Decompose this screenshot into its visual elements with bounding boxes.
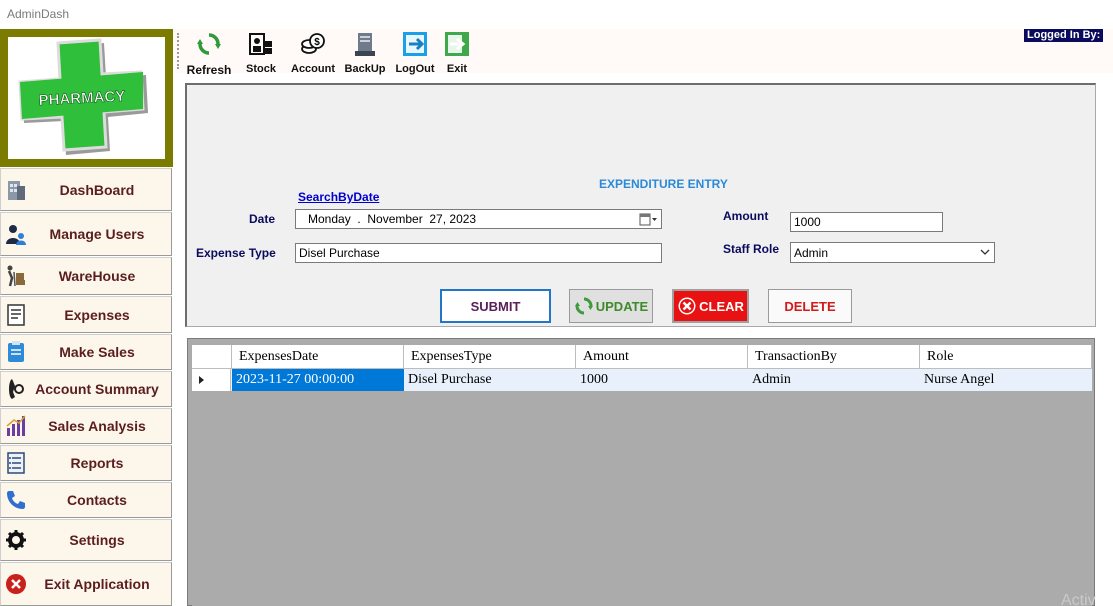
sidebar-item-exit-application[interactable]: Exit Application [0, 562, 172, 606]
column-header-amount[interactable]: Amount [576, 345, 748, 369]
activation-watermark: Activ [1061, 592, 1096, 606]
staff-role-label: Staff Role [723, 242, 780, 256]
account-label: Account [291, 63, 335, 75]
cell-transaction-by[interactable]: Admin [748, 369, 920, 391]
receipt-icon [7, 303, 25, 326]
submit-label: SUBMIT [470, 298, 521, 314]
window-titlebar: AdminDash [0, 0, 1113, 28]
stock-icon [249, 33, 272, 55]
clear-icon [678, 297, 696, 315]
report-list-icon [7, 452, 25, 474]
bar-chart-icon [6, 415, 26, 436]
column-header-role[interactable]: Role [920, 345, 1092, 369]
money-bag-icon: $ [301, 33, 325, 54]
backup-button[interactable]: BackUp [344, 31, 386, 75]
logged-in-label: Logged In By: [1024, 29, 1104, 42]
hand-truck-icon [7, 265, 25, 287]
update-button[interactable]: UPDATE [569, 289, 653, 323]
submit-button[interactable]: SUBMIT [440, 289, 551, 323]
toolbar-grip [177, 33, 180, 69]
cell-expenses-date[interactable]: 2023-11-27 00:00:00 [232, 369, 404, 391]
date-value: Monday . November 27, 2023 [308, 212, 477, 226]
refresh-button[interactable]: Refresh [186, 31, 232, 77]
window-edge [1096, 73, 1113, 606]
window-title: AdminDash [7, 7, 70, 21]
sidebar-item-sales-analysis[interactable]: Sales Analysis [0, 408, 172, 444]
clear-button[interactable]: CLEAR [672, 289, 749, 323]
refresh-icon [197, 33, 221, 55]
sidebar-item-contacts[interactable]: Contacts [0, 482, 172, 518]
date-label: Date [249, 212, 276, 226]
grid-corner-header [192, 345, 232, 369]
phone-handset-icon [9, 379, 24, 399]
logout-label: LogOut [395, 63, 435, 75]
close-circle-icon [6, 574, 26, 594]
logout-button[interactable]: LogOut [394, 31, 436, 75]
chevron-down-icon [980, 249, 990, 255]
grid-header: ExpensesDate ExpensesType Amount Transac… [192, 345, 1092, 369]
current-row-indicator-icon [199, 376, 204, 384]
pharmacy-cross-icon: PHARMACY [18, 38, 148, 155]
pharmacy-logo: PHARMACY [8, 37, 165, 159]
sidebar-item-reports[interactable]: Reports [0, 445, 172, 481]
expenses-grid[interactable]: ExpensesDate ExpensesType Amount Transac… [192, 345, 1092, 606]
amount-input[interactable] [790, 212, 943, 232]
sidebar-item-manage-users[interactable]: Manage Users [0, 212, 172, 256]
refresh-label: Refresh [186, 63, 232, 77]
exit-label: Exit [446, 63, 468, 75]
svg-text:$: $ [314, 37, 320, 48]
delete-label: DELETE [784, 298, 836, 314]
date-picker[interactable]: Monday . November 27, 2023 [295, 209, 662, 229]
cell-role[interactable]: Nurse Angel [920, 369, 1092, 391]
logout-icon [403, 32, 427, 56]
exit-icon [445, 32, 469, 56]
calendar-dropdown-icon[interactable] [639, 213, 657, 226]
clear-label: CLEAR [699, 298, 744, 314]
stock-label: Stock [246, 63, 276, 75]
sidebar-item-expenses[interactable]: Expenses [0, 296, 172, 333]
staff-role-value: Admin [794, 246, 829, 260]
sidebar-item-warehouse[interactable]: WareHouse [0, 257, 172, 295]
update-icon [574, 297, 593, 315]
delete-button[interactable]: DELETE [768, 289, 852, 323]
cell-expenses-type[interactable]: Disel Purchase [404, 369, 576, 391]
sidebar-item-dashboard[interactable]: DashBoard [0, 168, 172, 211]
expense-type-input[interactable] [295, 243, 662, 263]
sidebar-item-account-summary[interactable]: Account Summary [0, 371, 172, 407]
amount-label: Amount [723, 209, 769, 223]
backup-label: BackUp [344, 63, 386, 75]
sidebar-item-make-sales[interactable]: Make Sales [0, 334, 172, 370]
table-row[interactable]: 2023-11-27 00:00:00 Disel Purchase 1000 … [192, 369, 1092, 391]
column-header-expenses-type[interactable]: ExpensesType [404, 345, 576, 369]
update-label: UPDATE [595, 298, 649, 314]
gear-icon [6, 530, 26, 550]
phone-icon [7, 491, 25, 509]
exit-button[interactable]: Exit [442, 31, 472, 75]
server-icon [355, 33, 375, 56]
sidebar-item-settings[interactable]: Settings [0, 519, 172, 561]
search-by-date-link[interactable]: SearchByDate [298, 190, 379, 204]
column-header-transaction-by[interactable]: TransactionBy [748, 345, 920, 369]
account-button[interactable]: $ Account [290, 31, 336, 75]
users-icon [6, 225, 26, 245]
expense-type-label: Expense Type [196, 246, 276, 260]
form-title: EXPENDITURE ENTRY [599, 177, 728, 191]
stock-button[interactable]: Stock [242, 31, 280, 75]
building-icon [8, 180, 25, 200]
staff-role-select[interactable]: Admin [790, 242, 995, 263]
cell-amount[interactable]: 1000 [576, 369, 748, 391]
column-header-expenses-date[interactable]: ExpensesDate [232, 345, 404, 369]
logo-frame: PHARMACY [0, 29, 173, 167]
row-header[interactable] [192, 369, 231, 391]
clipboard-icon [8, 341, 24, 362]
